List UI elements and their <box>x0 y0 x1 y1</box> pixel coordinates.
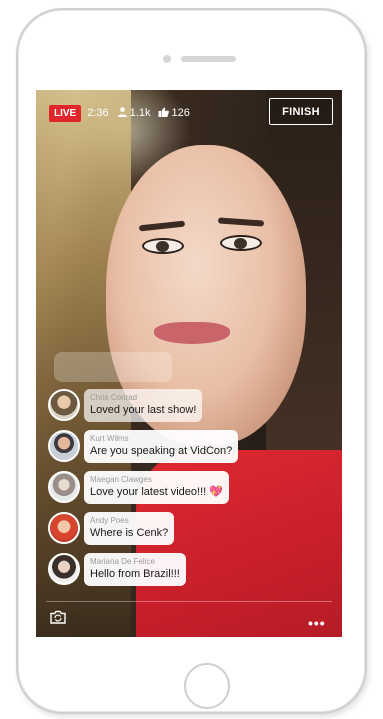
camera-switch-icon <box>50 610 66 628</box>
duration: 2:36 <box>87 107 108 119</box>
thumbs-up-icon <box>158 107 171 120</box>
comment-bubble: Kurt Wilms Are you speaking at VidCon? <box>84 429 239 463</box>
comment-text: Hello from Brazil!!! <box>90 567 180 580</box>
heart-emoji-icon: 💖 <box>209 485 223 498</box>
like-count: 126 <box>158 107 190 120</box>
more-options-button[interactable]: ••• <box>308 615 326 631</box>
avatar[interactable] <box>48 553 80 585</box>
front-camera <box>163 55 171 63</box>
person-icon <box>117 106 130 120</box>
comments-list: Chris Conrad Loved your last show! Kurt … <box>48 387 308 592</box>
avatar[interactable] <box>48 430 80 462</box>
comment-input-divider <box>46 601 332 602</box>
finish-button[interactable]: FINISH <box>269 98 333 125</box>
live-video-screen: LIVE 2:36 1.1k 126 FINISH Chris Conrad L… <box>36 90 342 637</box>
avatar[interactable] <box>48 471 80 503</box>
duration-value: 2:36 <box>87 107 109 119</box>
commenter-name: Andy Poes <box>90 515 129 525</box>
video-lips <box>154 322 230 344</box>
comment-bubble: Mariana De Felice Hello from Brazil!!! <box>84 552 186 586</box>
avatar[interactable] <box>48 389 80 421</box>
like-count-value: 126 <box>171 107 190 119</box>
video-eye-left <box>142 238 184 254</box>
commenter-name: Mariana De Felice <box>90 556 155 566</box>
comment-item: Chris Conrad Loved your last show! <box>48 387 308 423</box>
commenter-name: Maegan Clawges <box>90 474 152 484</box>
camera-switch-button[interactable] <box>50 610 66 629</box>
comment-text: Are you speaking at VidCon? <box>90 444 233 457</box>
comment-bubble: Maegan Clawges Love your latest video!!!… <box>84 470 229 504</box>
fading-comment-bubble <box>54 352 172 382</box>
comment-item: Mariana De Felice Hello from Brazil!!! <box>48 551 308 587</box>
live-stats-bar: LIVE 2:36 1.1k 126 <box>49 104 198 122</box>
avatar[interactable] <box>48 512 80 544</box>
viewer-count: 1.1k <box>117 106 151 120</box>
commenter-name: Chris Conrad <box>90 392 138 402</box>
home-button[interactable] <box>184 663 230 709</box>
live-badge: LIVE <box>49 104 82 122</box>
comment-item: Andy Poes Where is Cenk? <box>48 510 308 546</box>
video-eye-right <box>220 235 262 251</box>
comment-item: Kurt Wilms Are you speaking at VidCon? <box>48 428 308 464</box>
comment-bubble: Andy Poes Where is Cenk? <box>84 511 175 545</box>
viewer-count-value: 1.1k <box>129 107 151 119</box>
commenter-name: Kurt Wilms <box>90 433 129 443</box>
comment-text: Where is Cenk? <box>90 526 169 539</box>
comment-text: Love your latest video!!! 💖 <box>90 485 223 498</box>
earpiece-speaker <box>181 56 236 62</box>
comment-bubble: Chris Conrad Loved your last show! <box>84 388 203 422</box>
comment-text: Loved your last show! <box>90 403 197 416</box>
comment-item: Maegan Clawges Love your latest video!!!… <box>48 469 308 505</box>
